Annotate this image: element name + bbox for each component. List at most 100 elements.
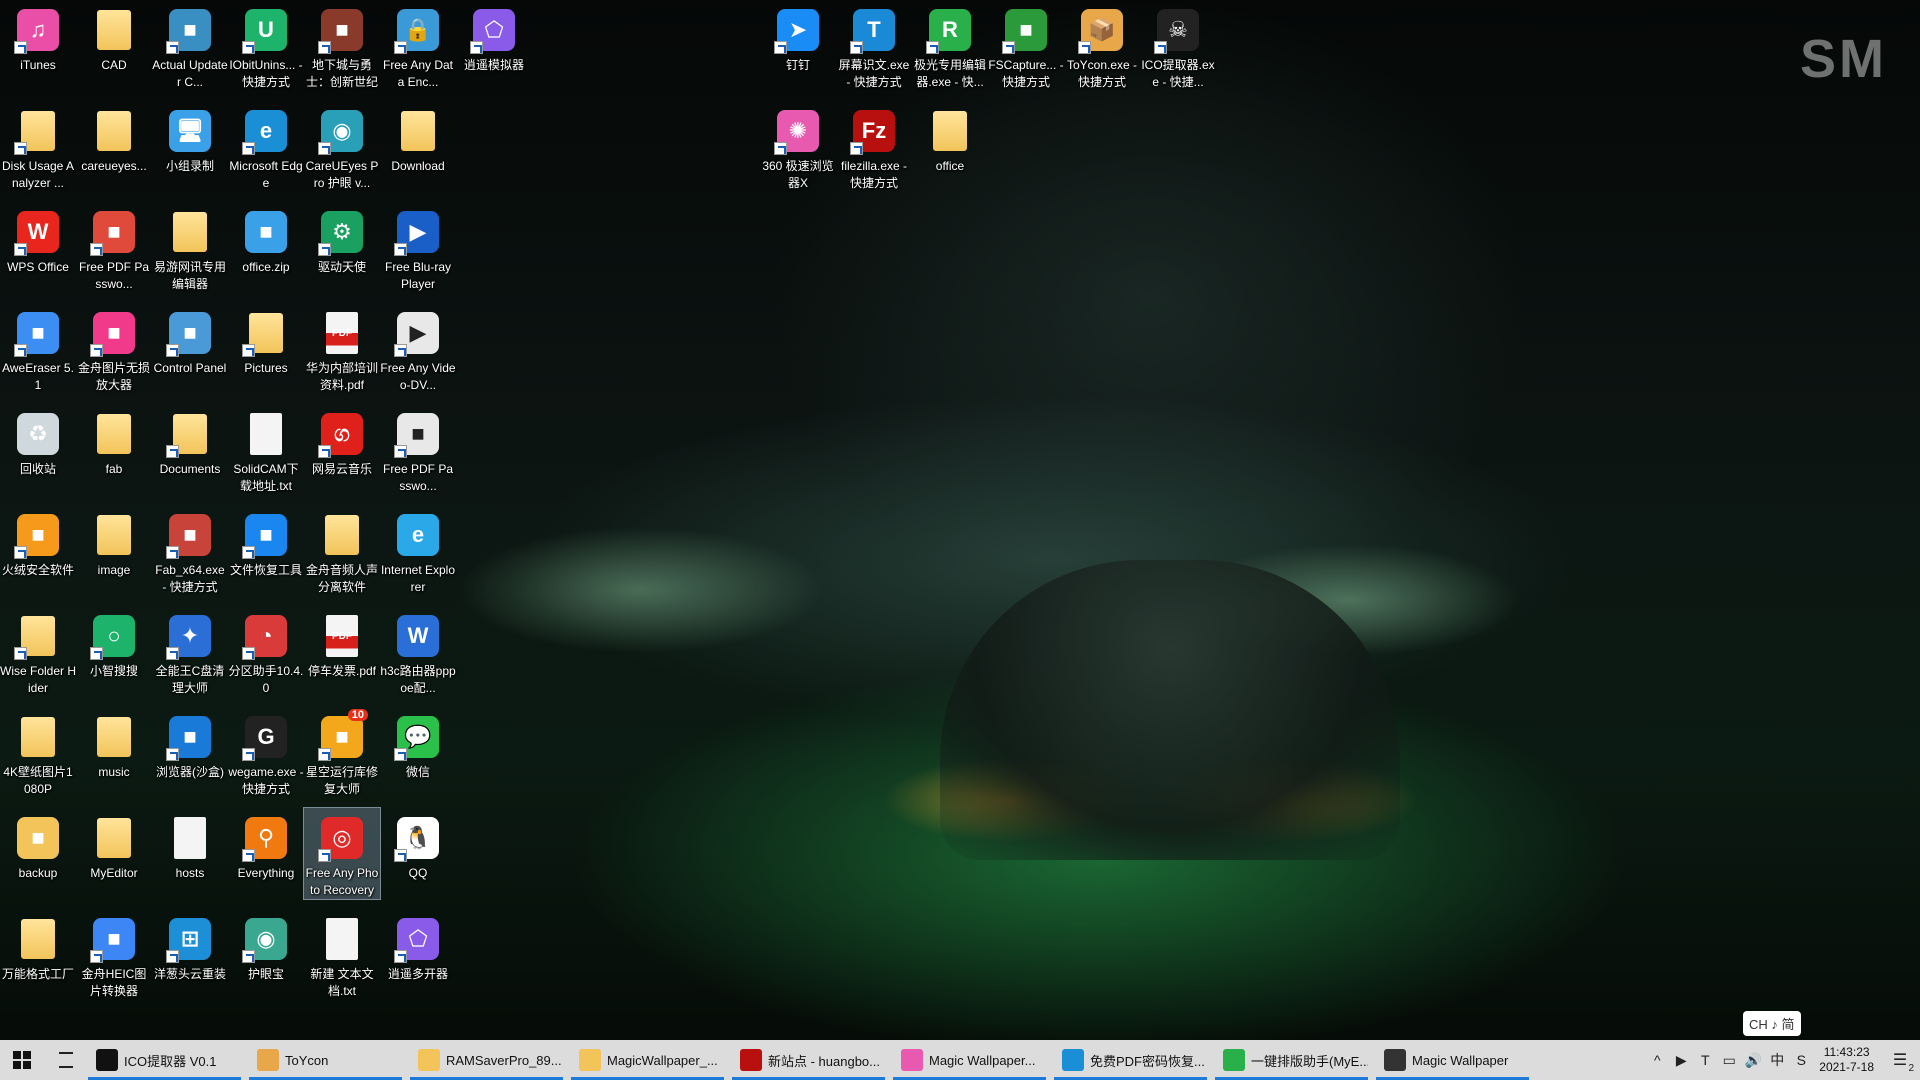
desktop-icon[interactable]: W WPS Office <box>0 202 76 276</box>
taskbar-app-button[interactable]: 新站点 - huangbo... <box>732 1040 885 1080</box>
desktop-icon[interactable]: 万能格式工厂 <box>0 909 76 983</box>
desktop-icon[interactable]: ✦ 全能王C盘清理大师 <box>152 606 228 697</box>
volume-icon[interactable]: 🔊 <box>1741 1040 1765 1080</box>
desktop-icon[interactable]: ■ 10 星空运行库修复大师 <box>304 707 380 798</box>
desktop-icon[interactable]: ■ office.zip <box>228 202 304 276</box>
desktop-icon[interactable]: ■ Fab_x64.exe - 快捷方式 <box>152 505 228 596</box>
wegame-icon: G <box>242 713 290 761</box>
taskbar-app-button[interactable]: 免费PDF密码恢复... <box>1054 1040 1207 1080</box>
desktop-icon[interactable]: 💬 微信 <box>380 707 456 781</box>
desktop-icon[interactable]: Wise Folder Hider <box>0 606 76 697</box>
desktop-icon[interactable]: ♫ iTunes <box>0 0 76 74</box>
desktop-icon[interactable]: ⚙ 驱动天使 <box>304 202 380 276</box>
desktop-icon[interactable]: ■ Actual Updater C... <box>152 0 228 91</box>
desktop-icon[interactable]: SolidCAM下载地址.txt <box>228 404 304 495</box>
task-view-button[interactable] <box>44 1040 88 1080</box>
taskbar-app-button[interactable]: ICO提取器 V0.1 <box>88 1040 241 1080</box>
desktop-icon[interactable]: ■ Free PDF Passwo... <box>76 202 152 293</box>
desktop-icon[interactable]: e Microsoft Edge <box>228 101 304 192</box>
notification-icon: ☰ <box>1892 1052 1908 1069</box>
start-button[interactable] <box>0 1040 44 1080</box>
desktop-icon[interactable]: ■ FSCapture... - 快捷方式 <box>988 0 1064 91</box>
network-icon[interactable]: ▭ <box>1717 1040 1741 1080</box>
desktop-icon[interactable]: hosts <box>152 808 228 882</box>
desktop-icon[interactable]: ⊞ 洋葱头云重装 <box>152 909 228 983</box>
desktop-icon[interactable]: PDF 停车发票.pdf <box>304 606 380 680</box>
desktop-icon[interactable]: ▶ Free Blu-ray Player <box>380 202 456 293</box>
desktop-icon[interactable]: MyEditor <box>76 808 152 882</box>
desktop-icon[interactable]: ■ 文件恢复工具 <box>228 505 304 579</box>
desktop-icon[interactable]: ■ 地下城与勇士：创新世纪 <box>304 0 380 91</box>
desktop-icon[interactable]: 金舟音频人声分离软件 <box>304 505 380 596</box>
taskbar-app-button[interactable]: ToYcon <box>249 1040 402 1080</box>
taskbar-app-button[interactable]: Magic Wallpaper... <box>893 1040 1046 1080</box>
desktop-icon[interactable]: R 极光专用编辑器.exe - 快... <box>912 0 988 91</box>
chevron-up-icon[interactable]: ^ <box>1645 1040 1669 1080</box>
desktop-icon[interactable]: 4K壁纸图片1080P <box>0 707 76 798</box>
desktop-icon[interactable]: ◉ CareUEyes Pro 护眼 v... <box>304 101 380 192</box>
folder-icon <box>394 107 442 155</box>
taskbar-app-button[interactable]: MagicWallpaper_... <box>571 1040 724 1080</box>
desktop-icon[interactable]: ✺ 360 极速浏览器X <box>760 101 836 192</box>
desktop-icon[interactable]: U IObitUnins... - 快捷方式 <box>228 0 304 91</box>
ime-chinese-icon[interactable]: 中 <box>1765 1040 1789 1080</box>
desktop-icon[interactable]: e Internet Explorer <box>380 505 456 596</box>
desktop-icon[interactable]: office <box>912 101 988 175</box>
dingtalk-tray-icon[interactable]: ▶ <box>1669 1040 1693 1080</box>
desktop-icon[interactable]: ■ 火绒安全软件 <box>0 505 76 579</box>
desktop-icon[interactable]: CAD <box>76 0 152 74</box>
desktop-icon[interactable]: ■ 浏览器(沙盒) <box>152 707 228 781</box>
desktop-icon[interactable]: ■ Free PDF Passwo... <box>380 404 456 495</box>
desktop-icon[interactable]: 🔒 Free Any Data Enc... <box>380 0 456 91</box>
desktop-icon[interactable]: Gwegame.exe - 快捷方式 <box>228 707 304 798</box>
desktop-icon[interactable]: Documents <box>152 404 228 478</box>
desktop-icon[interactable]: ☠ ICO提取器.exe - 快捷... <box>1140 0 1216 91</box>
icon-label: Control Panel <box>153 361 227 375</box>
desktop-icon[interactable]: ග 网易云音乐 <box>304 404 380 478</box>
desktop-icon[interactable]: ■ backup <box>0 808 76 882</box>
desktop-icon[interactable]: Download <box>380 101 456 175</box>
desktop-icon[interactable]: ■ 金舟图片无损放大器 <box>76 303 152 394</box>
desktop-icon[interactable]: 新建 文本文档.txt <box>304 909 380 1000</box>
desktop-icon[interactable]: ○ 小智搜搜 <box>76 606 152 680</box>
desktop-icon[interactable]: Pictures <box>228 303 304 377</box>
desktop-icon[interactable]: ◎ Free Any Photo Recovery <box>303 807 381 900</box>
desktop-icon[interactable]: 🖥 小组录制 <box>152 101 228 175</box>
desktop-icon[interactable]: ⬠ 逍遥多开器 <box>380 909 456 983</box>
desktop-icon[interactable]: ◔ 分区助手10.4.0 <box>228 606 304 697</box>
desktop-icon[interactable]: Fz filezilla.exe - 快捷方式 <box>836 101 912 192</box>
clock[interactable]: 11:43:23 2021-7-18 <box>1819 1045 1874 1075</box>
notification-button[interactable]: ☰ 2 <box>1880 1040 1920 1080</box>
desktop-icon[interactable]: PDF 华为内部培训资料.pdf <box>304 303 380 394</box>
desktop-icon[interactable]: Disk Usage Analyzer ... <box>0 101 76 192</box>
desktop-icon[interactable]: ■ AweEraser 5.1 <box>0 303 76 394</box>
desktop-icon[interactable]: ▶ Free Any Video-DV... <box>380 303 456 394</box>
desktop-icon[interactable]: ■ 金舟HEIC图片转换器 <box>76 909 152 1000</box>
desktop-icon[interactable]: 🐧 QQ <box>380 808 456 882</box>
taskbar-app-button[interactable]: 一键排版助手(MyE... <box>1215 1040 1368 1080</box>
screen-ocr-tray-icon[interactable]: T <box>1693 1040 1717 1080</box>
desktop-icon[interactable]: music <box>76 707 152 781</box>
desktop-icon[interactable]: 易游网讯专用编辑器 <box>152 202 228 293</box>
desktop-icon[interactable]: ♻ 回收站 <box>0 404 76 478</box>
pentagon-icon: ⬠ <box>394 915 442 963</box>
sogou-input-icon[interactable]: S <box>1789 1040 1813 1080</box>
desktop-icon[interactable]: fab <box>76 404 152 478</box>
desktop-icon[interactable]: ■ Control Panel <box>152 303 228 377</box>
desktop-icon[interactable]: ◉ 护眼宝 <box>228 909 304 983</box>
taskbar-app-label: Magic Wallpaper <box>1412 1052 1509 1068</box>
icon-label: backup <box>18 866 58 880</box>
taskbar-app-button[interactable]: RAMSaverPro_89... <box>410 1040 563 1080</box>
desktop-icon[interactable]: T 屏幕识文.exe - 快捷方式 <box>836 0 912 91</box>
desktop-icon[interactable]: ⬠ 逍遥模拟器 <box>456 0 532 74</box>
desktop-icon[interactable]: ⚲ Everything <box>228 808 304 882</box>
shortcut-arrow-icon <box>394 445 407 458</box>
icon-label: Everything <box>237 866 295 880</box>
desktop-icon[interactable]: image <box>76 505 152 579</box>
desktop-icon[interactable]: Wh3c路由器pppoe配... <box>380 606 456 697</box>
desktop-icon[interactable]: 📦 ToYcon.exe - 快捷方式 <box>1064 0 1140 91</box>
taskbar-app-button[interactable]: Magic Wallpaper <box>1376 1040 1529 1080</box>
icon-label: SolidCAM下载地址.txt <box>233 462 299 493</box>
desktop-icon[interactable]: ➤ 钉钉 <box>760 0 836 74</box>
desktop-icon[interactable]: careueyes... <box>76 101 152 175</box>
